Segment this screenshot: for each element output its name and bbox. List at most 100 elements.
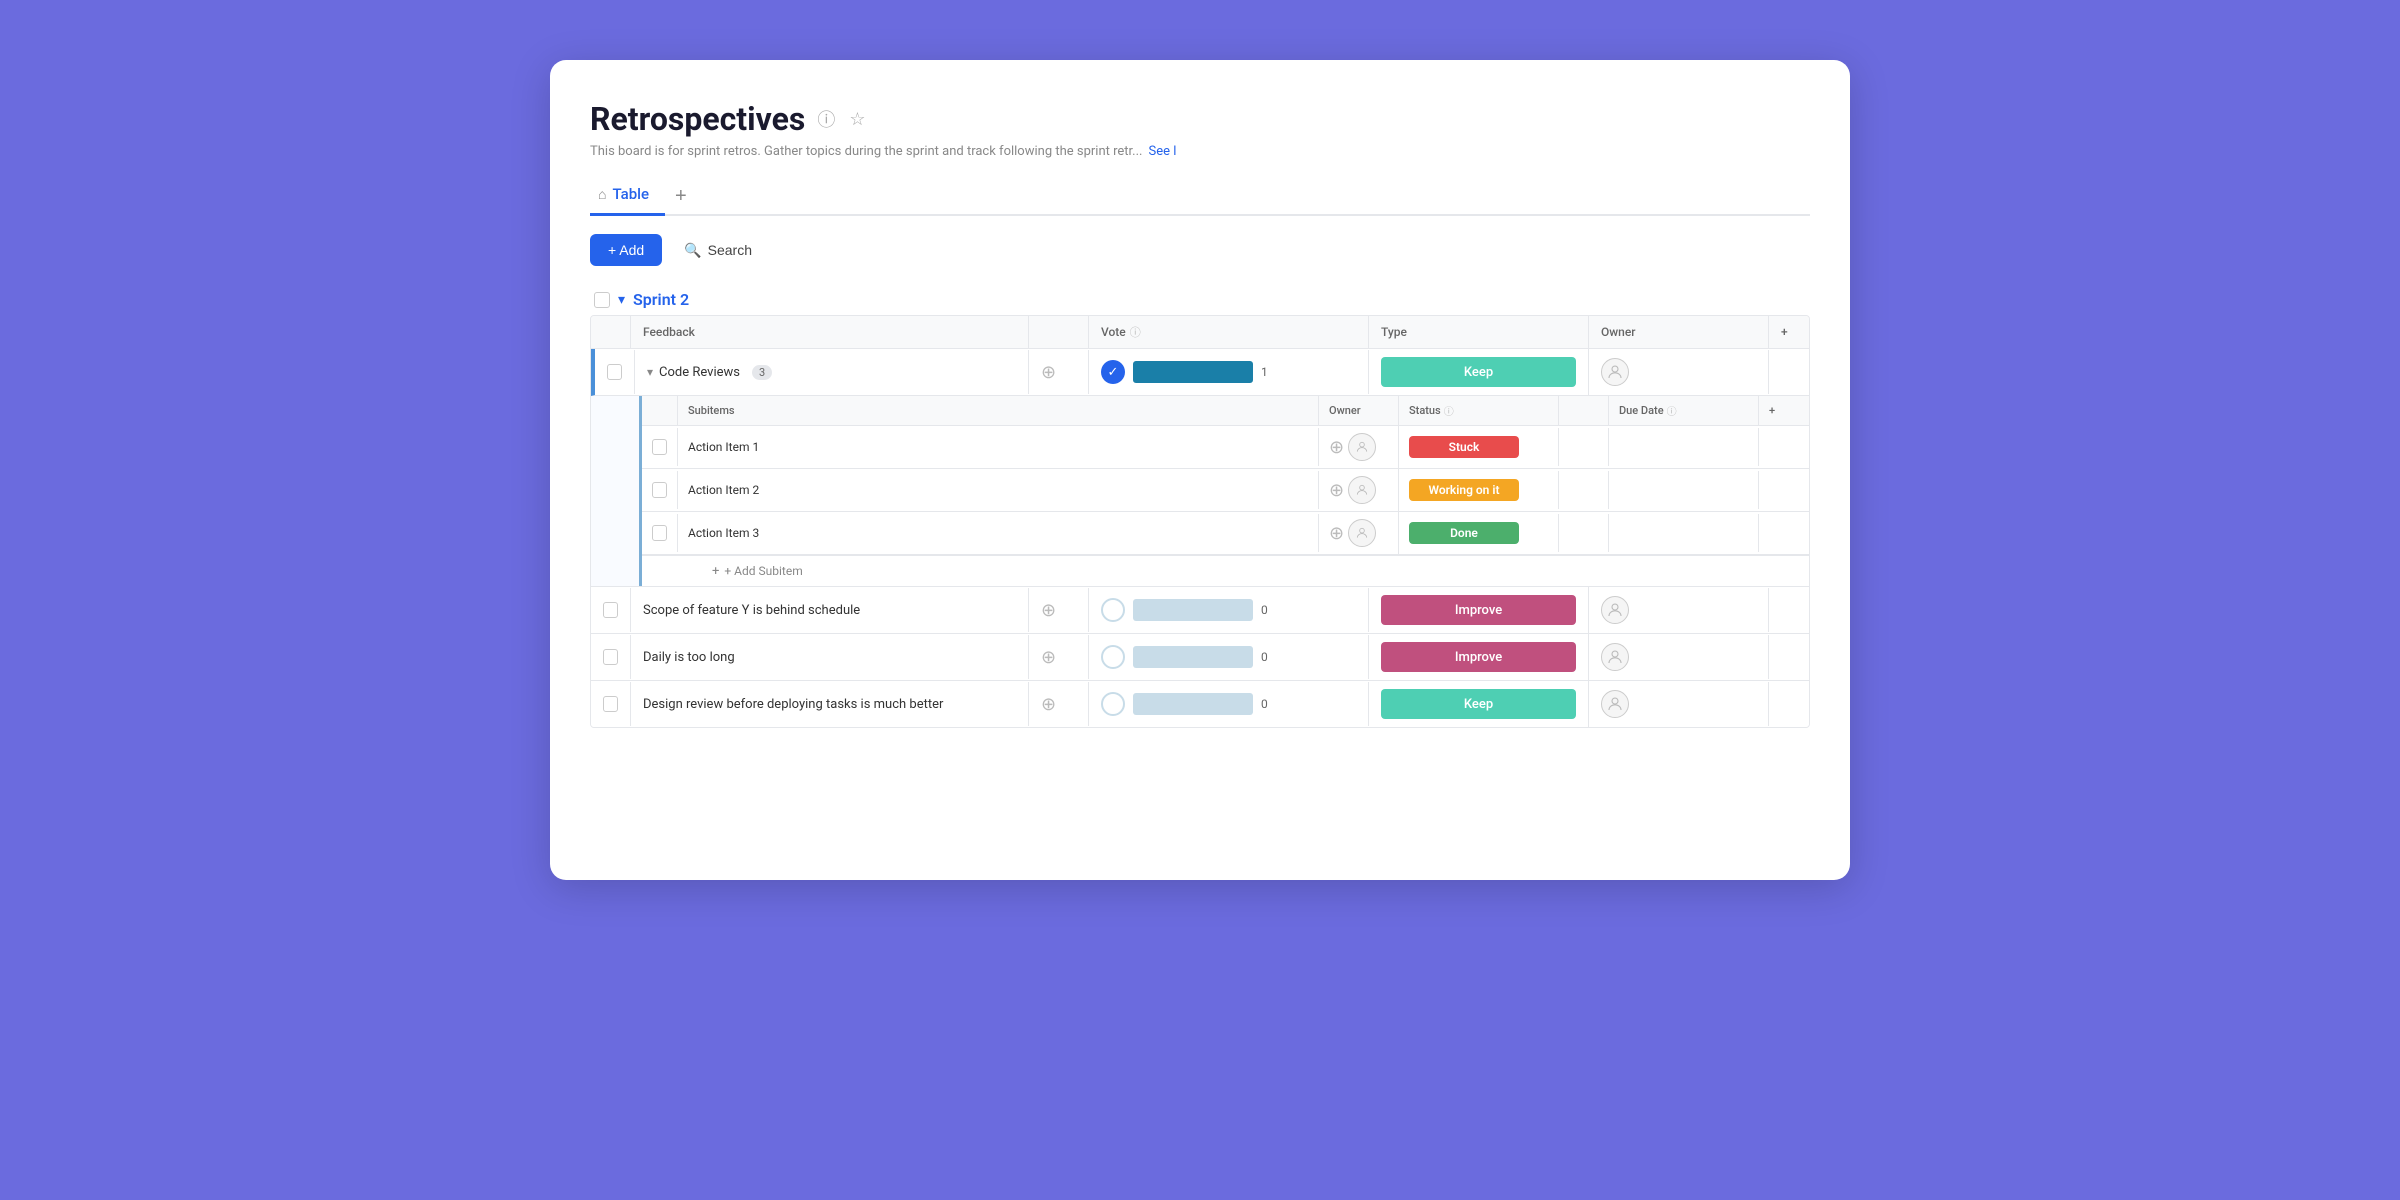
duedate-info-icon: ⓘ — [1667, 403, 1677, 418]
subitem-checkbox[interactable] — [652, 482, 667, 498]
owner-avatar — [1601, 596, 1629, 624]
row-owner-cell — [1589, 350, 1769, 394]
subitem-status-cell: Stuck — [1399, 428, 1559, 466]
subitem-label-cell: Action Item 2 — [678, 471, 1319, 509]
subitem-checkbox[interactable] — [652, 439, 667, 455]
subitem-col-empty — [1559, 396, 1609, 425]
subitem-owner-cell: ⊕ — [1319, 426, 1399, 468]
owner-avatar — [1601, 643, 1629, 671]
subitem-header-row: Subitems Owner Status ⓘ Due Date ⓘ + — [642, 396, 1809, 426]
add-button[interactable]: + Add — [590, 234, 662, 266]
add-row-icon[interactable]: ⊕ — [1041, 694, 1056, 715]
status-info-icon: ⓘ — [1444, 403, 1454, 418]
section-checkbox[interactable] — [594, 292, 610, 308]
home-icon: ⌂ — [598, 186, 606, 203]
vote-count: 1 — [1261, 365, 1275, 379]
list-item: Action Item 3 ⊕ Done — [642, 512, 1809, 555]
section-header: ▾ Sprint 2 — [590, 284, 1810, 315]
vote-circle-icon[interactable] — [1101, 692, 1125, 716]
section-title: Sprint 2 — [633, 290, 689, 309]
info-icon-btn[interactable]: ⓘ — [815, 104, 837, 134]
tab-table[interactable]: ⌂ Table — [590, 177, 665, 216]
subitem-col-owner: Owner — [1319, 396, 1399, 425]
subitem-label-cell: Action Item 3 — [678, 514, 1319, 552]
owner-avatar — [1601, 690, 1629, 718]
row-vote-cell: 0 — [1089, 588, 1369, 632]
subitem-extra-cell — [1759, 428, 1809, 466]
subitem-duedate-cell — [1609, 514, 1759, 552]
subitem-table: Subitems Owner Status ⓘ Due Date ⓘ + — [639, 396, 1809, 586]
tabs-row: ⌂ Table + — [590, 177, 1810, 216]
subitem-col-checkbox — [642, 396, 678, 425]
column-header-row: Feedback Vote ⓘ Type Owner + — [591, 316, 1809, 349]
add-row-icon[interactable]: ⊕ — [1041, 600, 1056, 621]
subitem-empty-cell — [1559, 471, 1609, 509]
vote-bar-empty — [1133, 693, 1253, 715]
see-more-link[interactable]: See l — [1148, 144, 1176, 159]
status-badge: Stuck — [1409, 436, 1519, 458]
subitem-col-duedate: Due Date ⓘ — [1609, 396, 1759, 425]
subitem-add-owner-icon[interactable]: ⊕ — [1329, 480, 1344, 501]
row-add-cell[interactable]: ⊕ — [1029, 635, 1089, 679]
main-table: Feedback Vote ⓘ Type Owner + ▾ Code Revi… — [590, 315, 1810, 728]
vote-count: 0 — [1261, 697, 1275, 711]
subitem-col-add[interactable]: + — [1759, 396, 1809, 425]
add-row-icon[interactable]: ⊕ — [1041, 362, 1056, 383]
add-subitem-row[interactable]: + + Add Subitem — [642, 555, 1809, 586]
row-checkbox-cell — [595, 350, 635, 394]
row-type-cell: Improve — [1369, 587, 1589, 633]
subitem-empty-cell — [1559, 428, 1609, 466]
subitem-owner-cell: ⊕ — [1319, 512, 1399, 554]
row-checkbox-cell — [591, 635, 631, 679]
row-checkbox[interactable] — [603, 696, 618, 712]
row-vote-cell: ✓ 1 — [1089, 350, 1369, 394]
expand-icon[interactable]: ▾ — [647, 365, 653, 379]
search-button[interactable]: 🔍 Search — [672, 236, 764, 265]
row-count-badge: 3 — [752, 365, 772, 380]
row-add-cell[interactable]: ⊕ — [1029, 682, 1089, 726]
vote-info-icon: ⓘ — [1130, 324, 1141, 340]
col-header-add — [1029, 316, 1089, 348]
subitem-add-owner-icon[interactable]: ⊕ — [1329, 437, 1344, 458]
subitem-checkbox[interactable] — [652, 525, 667, 541]
row-add-cell[interactable]: ⊕ — [1029, 350, 1089, 394]
star-icon-btn[interactable]: ☆ — [847, 107, 867, 132]
section-chevron-icon[interactable]: ▾ — [618, 292, 625, 308]
row-add-cell[interactable]: ⊕ — [1029, 588, 1089, 632]
col-header-checkbox — [591, 316, 631, 348]
subitem-extra-cell — [1759, 471, 1809, 509]
vote-circle-icon[interactable] — [1101, 645, 1125, 669]
col-header-feedback: Feedback — [631, 316, 1029, 348]
search-label: Search — [708, 242, 752, 258]
row-checkbox[interactable] — [607, 364, 622, 380]
row-label-cell: Design review before deploying tasks is … — [631, 682, 1029, 726]
row-extra-cell — [1769, 350, 1809, 394]
subitem-add-owner-icon[interactable]: ⊕ — [1329, 523, 1344, 544]
subitem-col-status: Status ⓘ — [1399, 396, 1559, 425]
row-vote-cell: 0 — [1089, 682, 1369, 726]
col-header-type: Type — [1369, 316, 1589, 348]
add-row-icon[interactable]: ⊕ — [1041, 647, 1056, 668]
type-badge: Keep — [1381, 689, 1576, 719]
vote-bar-filled — [1133, 361, 1253, 383]
row-extra-cell — [1769, 588, 1809, 632]
table-row: ▾ Code Reviews 3 ⊕ ✓ 1 Keep — [591, 349, 1809, 396]
subitem-owner-avatar — [1348, 476, 1376, 504]
subitem-owner-cell: ⊕ — [1319, 469, 1399, 511]
col-header-plus[interactable]: + — [1769, 316, 1809, 348]
list-item: Action Item 2 ⊕ Working on it — [642, 469, 1809, 512]
status-badge: Working on it — [1409, 479, 1519, 501]
add-subitem-label[interactable]: + Add Subitem — [724, 564, 802, 578]
subitem-status-cell: Done — [1399, 514, 1559, 552]
row-checkbox[interactable] — [603, 649, 618, 665]
vote-circle-icon[interactable] — [1101, 598, 1125, 622]
vote-bar-empty — [1133, 646, 1253, 668]
row-type-cell: Keep — [1369, 681, 1589, 727]
subitem-duedate-cell — [1609, 428, 1759, 466]
subitem-col-subitems: Subitems — [678, 396, 1319, 425]
subitem-duedate-cell — [1609, 471, 1759, 509]
add-subitem-plus-icon: + — [712, 564, 719, 579]
tab-add-button[interactable]: + — [665, 181, 697, 212]
vote-checked-icon[interactable]: ✓ — [1101, 360, 1125, 384]
row-checkbox[interactable] — [603, 602, 618, 618]
